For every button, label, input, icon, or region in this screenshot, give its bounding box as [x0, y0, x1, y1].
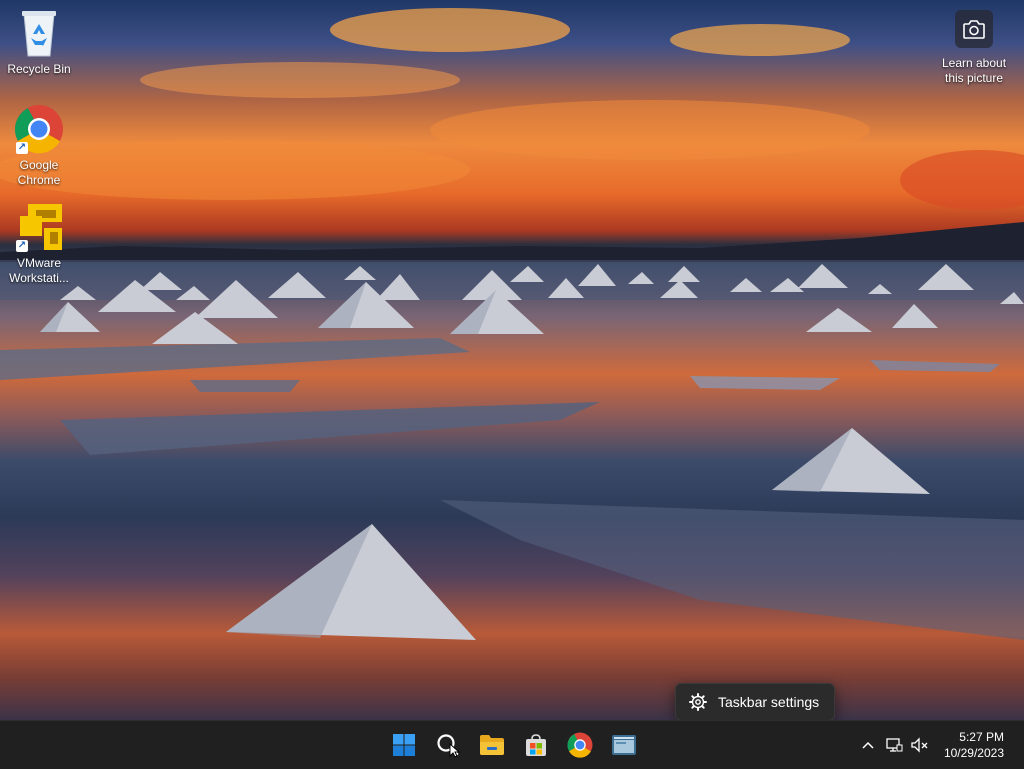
folder-icon	[480, 735, 504, 755]
taskbar: 5:27 PM 10/29/2023	[0, 720, 1024, 769]
vmware-taskbar-button[interactable]	[604, 725, 644, 765]
shortcut-arrow-icon: ↗	[16, 142, 28, 154]
search-button[interactable]	[428, 725, 468, 765]
taskbar-context-menu: Taskbar settings	[675, 683, 835, 721]
camera-icon	[955, 10, 993, 48]
shortcut-arrow-icon: ↗	[16, 240, 28, 252]
volume-muted-icon	[911, 737, 928, 753]
learn-about-picture[interactable]: Learn about this picture	[932, 10, 1016, 86]
desktop-wallpaper	[0, 0, 1024, 720]
wallpaper-scene	[0, 8, 1024, 640]
chrome-icon: ↗	[14, 104, 64, 154]
desktop-icon-google-chrome[interactable]: ↗ Google Chrome	[1, 104, 77, 188]
desktop-icon-label: Recycle Bin	[7, 62, 71, 76]
network-icon	[886, 738, 903, 752]
vmware-icon	[612, 735, 636, 755]
vmware-icon: ↗	[14, 202, 64, 252]
desktop-icon-recycle-bin[interactable]: Recycle Bin	[1, 8, 77, 77]
file-explorer-button[interactable]	[472, 725, 512, 765]
search-icon	[437, 734, 461, 758]
system-tray: 5:27 PM 10/29/2023	[856, 721, 1024, 769]
clock-button[interactable]: 5:27 PM 10/29/2023	[944, 729, 1004, 761]
learn-label: this picture	[944, 71, 1004, 85]
microsoft-store-button[interactable]	[516, 725, 556, 765]
clock-date: 10/29/2023	[943, 746, 1004, 760]
chrome-icon	[567, 732, 593, 758]
desktop-icon-label: VMware	[16, 256, 61, 270]
network-status-button[interactable]	[882, 730, 906, 760]
desktop-icon-vmware-workstation[interactable]: ↗ VMware Workstati...	[1, 202, 77, 286]
volume-button[interactable]	[908, 730, 932, 760]
gear-icon	[688, 692, 708, 712]
chevron-up-icon	[862, 741, 874, 749]
taskbar-settings-menu-item[interactable]: Taskbar settings	[718, 694, 819, 710]
show-hidden-icons-button[interactable]	[856, 730, 880, 760]
store-icon	[526, 734, 546, 756]
start-button[interactable]	[384, 725, 424, 765]
desktop-icon-label: Workstati...	[9, 271, 69, 285]
windows-start-icon	[393, 734, 415, 756]
desktop-icon-label: Chrome	[17, 173, 61, 187]
clock-time: 5:27 PM	[959, 730, 1004, 744]
desktop-icon-label: Google	[19, 158, 59, 172]
recycle-bin-icon	[14, 8, 64, 58]
chrome-taskbar-button[interactable]	[560, 725, 600, 765]
learn-label: Learn about	[941, 56, 1007, 70]
taskbar-apps	[384, 725, 644, 765]
